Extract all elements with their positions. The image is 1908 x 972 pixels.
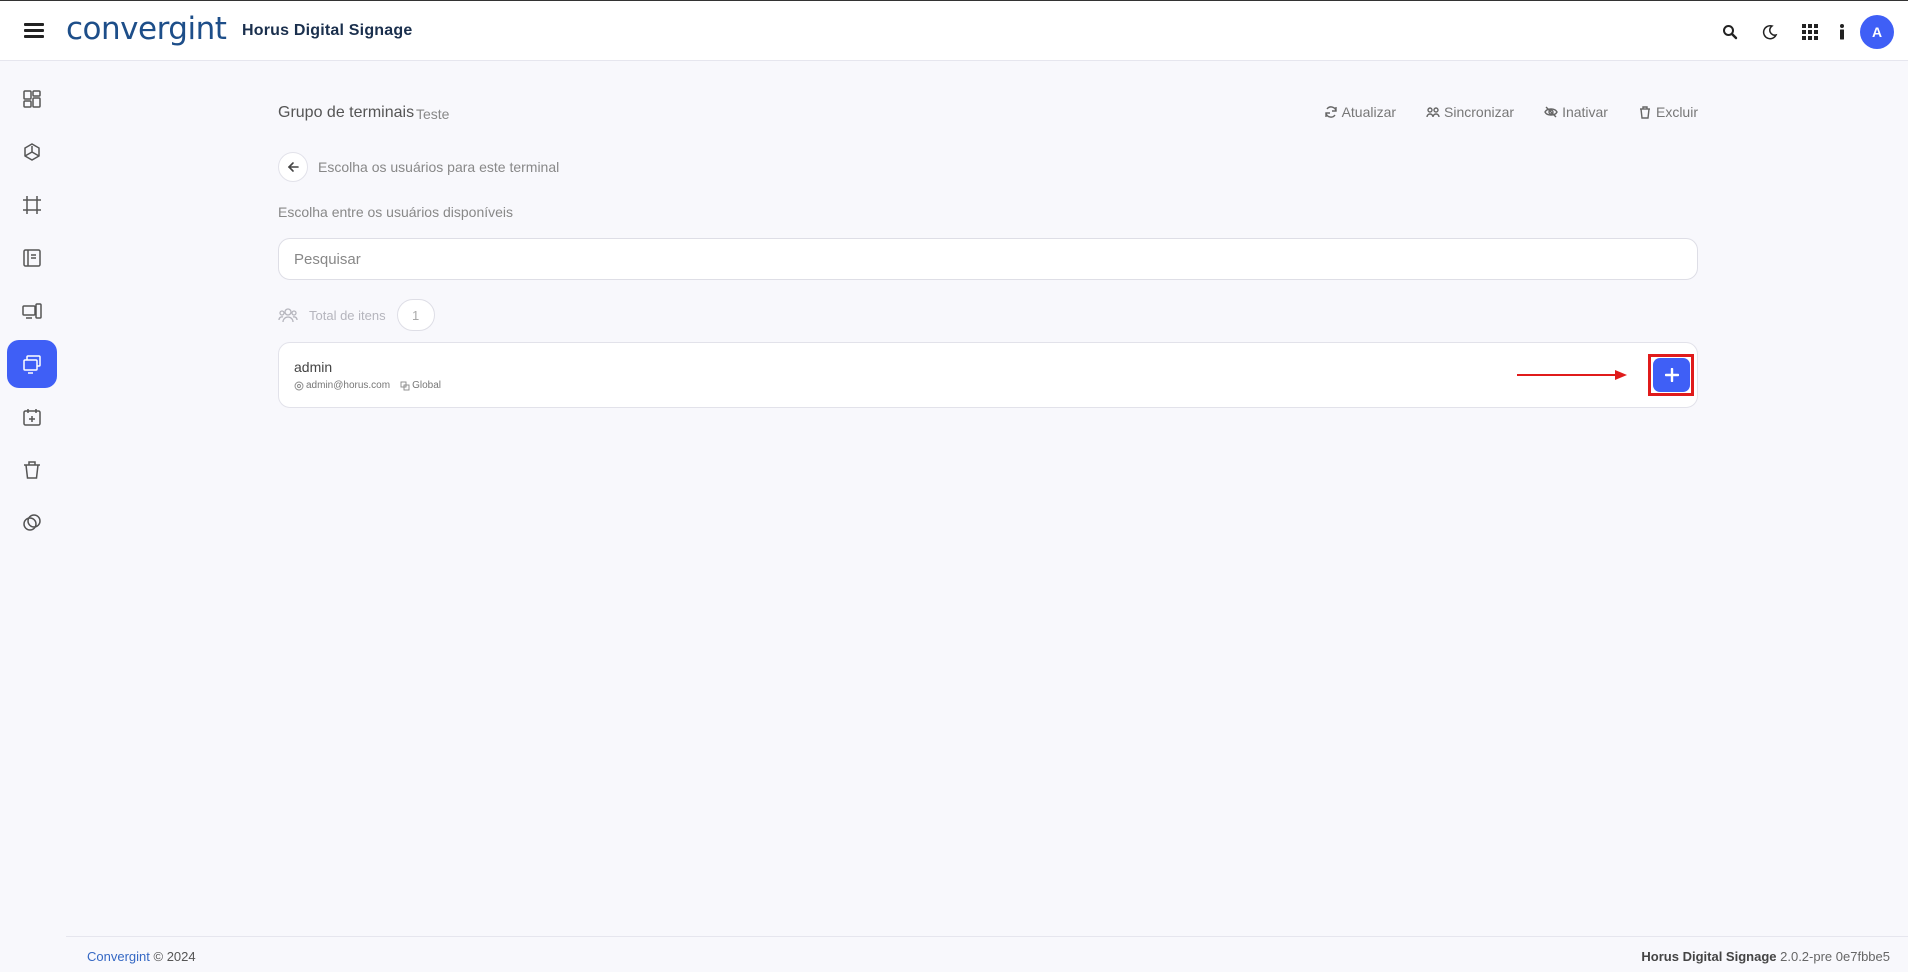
at-icon — [294, 381, 304, 390]
link-copy-icon — [23, 514, 41, 531]
top-bar: convergint Horus Digital Signage A — [0, 0, 1908, 61]
sidebar — [0, 62, 66, 972]
terminals-icon — [23, 355, 41, 374]
user-email: admin@horus.com — [294, 380, 390, 391]
deactivate-label: Inativar — [1562, 104, 1608, 120]
arrow-left-icon — [287, 162, 299, 172]
footer-version: 2.0.2-pre 0e7fbbe5 — [1780, 949, 1890, 964]
group-name: Teste — [416, 106, 450, 122]
main-content: Grupo de terminais Teste Atualizar Sincr… — [66, 62, 1908, 936]
add-user-button[interactable] — [1653, 358, 1690, 392]
footer-brand-link[interactable]: Convergint — [87, 949, 150, 964]
avatar[interactable]: A — [1860, 15, 1894, 49]
section-title: Escolha os usuários para este terminal — [318, 159, 560, 175]
refresh-label: Atualizar — [1341, 104, 1397, 120]
calendar-add-icon — [23, 409, 41, 426]
sidebar-item-links[interactable] — [7, 499, 57, 547]
users-group-icon — [278, 308, 298, 323]
total-count-badge: 1 — [396, 299, 435, 331]
sidebar-item-cube[interactable] — [7, 128, 57, 176]
info-icon[interactable] — [1830, 15, 1854, 49]
search-input[interactable] — [278, 238, 1698, 280]
total-label: Total de itens — [309, 307, 386, 323]
annotation-arrow — [1517, 370, 1627, 380]
scope-icon — [400, 381, 410, 390]
footer-product: Horus Digital Signage — [1641, 949, 1777, 964]
menu-icon[interactable] — [24, 23, 44, 39]
devices-icon — [22, 303, 42, 319]
logo: convergint — [66, 11, 227, 47]
trash-icon — [24, 461, 40, 479]
logo-text: convergint — [66, 11, 227, 47]
moon-icon[interactable] — [1750, 15, 1790, 49]
sync-label: Sincronizar — [1444, 104, 1515, 120]
footer-copyright: © 2024 — [153, 949, 196, 964]
refresh-button[interactable]: Atualizar — [1324, 104, 1396, 120]
total-items: Total de itens 1 — [278, 299, 435, 331]
user-email-text: admin@horus.com — [306, 380, 391, 391]
search-icon[interactable] — [1710, 15, 1750, 49]
dashboard-icon — [23, 90, 41, 108]
sidebar-item-terminals[interactable] — [7, 340, 57, 388]
refresh-icon — [1324, 106, 1337, 118]
sidebar-item-trash[interactable] — [7, 446, 57, 494]
sidebar-item-crop[interactable] — [7, 181, 57, 229]
footer: Convergint © 2024 Horus Digital Signage … — [66, 936, 1908, 972]
list-item: admin admin@horus.com Global — [278, 342, 1698, 408]
page-title: Grupo de terminais — [278, 104, 415, 121]
layout-panel-icon — [23, 249, 41, 267]
app-title: Horus Digital Signage — [242, 22, 413, 39]
sidebar-item-devices[interactable] — [7, 287, 57, 335]
page-header: Grupo de terminais Teste Atualizar Sincr… — [278, 104, 1698, 128]
plus-icon — [1664, 368, 1679, 382]
delete-label: Excluir — [1655, 104, 1698, 120]
user-scope: Global — [400, 380, 441, 391]
eye-off-icon — [1544, 106, 1558, 118]
apps-grid-icon[interactable] — [1790, 15, 1830, 49]
cube-icon — [24, 143, 40, 161]
user-name: admin — [294, 359, 333, 375]
user-scope-text: Global — [412, 380, 441, 391]
choose-label: Escolha entre os usuários disponíveis — [278, 204, 514, 220]
users-sync-icon — [1426, 107, 1440, 118]
crop-frame-icon — [23, 196, 41, 214]
sync-button[interactable]: Sincronizar — [1426, 104, 1514, 120]
back-button[interactable] — [278, 152, 308, 182]
trash-icon — [1639, 106, 1650, 119]
delete-button[interactable]: Excluir — [1638, 104, 1698, 120]
deactivate-button[interactable]: Inativar — [1544, 104, 1608, 120]
sidebar-item-layout[interactable] — [7, 234, 57, 282]
sidebar-item-dashboard[interactable] — [7, 75, 57, 123]
sidebar-item-calendar[interactable] — [7, 393, 57, 441]
